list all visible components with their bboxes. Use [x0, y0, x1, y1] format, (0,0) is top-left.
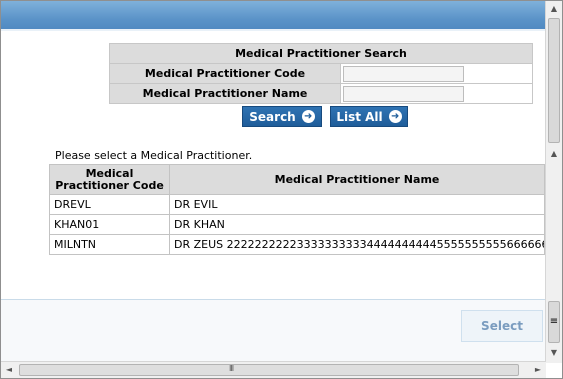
scroll-grip-icon: III — [229, 364, 234, 373]
dialog-window: Medical Practitioner Search Medical Prac… — [0, 0, 563, 379]
arrow-right-circle-icon: ➜ — [388, 110, 402, 123]
row-name: DR KHAN — [169, 214, 545, 235]
results-prompt: Please select a Medical Practitioner. — [55, 149, 253, 162]
code-input[interactable] — [343, 65, 464, 82]
table-row[interactable]: MILNTN DR ZEUS 2222222222333333333344444… — [49, 234, 545, 255]
header-bar — [1, 1, 545, 31]
scroll-down-icon[interactable]: ▼ — [546, 345, 562, 361]
search-form-title: Medical Practitioner Search — [109, 43, 533, 64]
scroll-up-icon[interactable]: ▲ — [546, 1, 562, 17]
row-code: KHAN01 — [49, 214, 170, 235]
row-code: MILNTN — [49, 234, 170, 255]
table-row[interactable]: DREVL DR EVIL — [49, 194, 545, 215]
list-all-button-label: List All — [336, 109, 383, 124]
arrow-right-circle-icon: ➜ — [301, 110, 315, 123]
table-row[interactable]: KHAN01 DR KHAN — [49, 214, 545, 235]
select-button[interactable]: Select — [461, 310, 543, 342]
outer-scroll-thumb[interactable] — [548, 18, 560, 143]
scroll-right-icon[interactable]: ► — [530, 362, 546, 378]
search-button-label: Search — [249, 109, 296, 124]
inner-scroll-thumb[interactable]: ≡ — [548, 301, 560, 343]
column-header-code[interactable]: Medical Practitioner Code — [49, 164, 170, 195]
column-header-name[interactable]: Medical Practitioner Name — [169, 164, 545, 195]
row-name: DR ZEUS 22222222223333333333444444444455… — [169, 234, 545, 255]
horizontal-scrollbar[interactable]: ◄ III ► — [1, 361, 546, 378]
scroll-up-icon[interactable]: ▲ — [546, 146, 562, 162]
row-name: DR EVIL — [169, 194, 545, 215]
scroll-left-icon[interactable]: ◄ — [1, 362, 17, 378]
horizontal-scroll-thumb[interactable] — [19, 364, 519, 376]
name-label: Medical Practitioner Name — [109, 83, 341, 104]
code-label: Medical Practitioner Code — [109, 63, 341, 84]
outer-vertical-scrollbar[interactable]: ▲ ▲ ≡ ▼ — [545, 1, 562, 363]
name-input[interactable] — [343, 85, 464, 102]
results-table: Medical Practitioner Code Medical Practi… — [49, 164, 545, 255]
row-code: DREVL — [49, 194, 170, 215]
list-all-button[interactable]: List All ➜ — [330, 106, 408, 127]
search-form: Medical Practitioner Search Medical Prac… — [109, 43, 533, 104]
search-button[interactable]: Search ➜ — [242, 106, 322, 127]
